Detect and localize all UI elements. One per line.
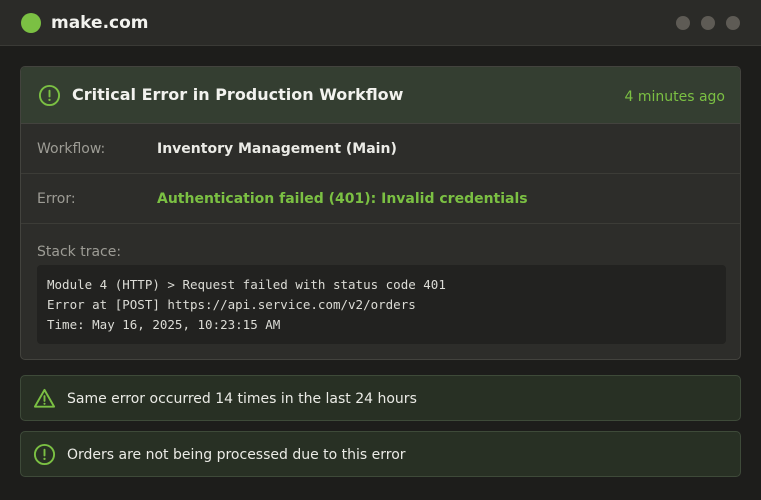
alert-circle-icon [38, 84, 61, 107]
recurrence-notice-text: Same error occurred 14 times in the last… [67, 391, 417, 407]
workflow-label: Workflow: [37, 141, 106, 157]
alert-circle-icon [33, 443, 56, 466]
title-bar: make.com [0, 0, 761, 46]
stack-trace-line: Module 4 (HTTP) > Request failed with st… [47, 277, 446, 292]
maximize-button[interactable] [701, 16, 715, 30]
stack-trace-line: Error at [POST] https://api.service.com/… [47, 297, 416, 312]
error-label: Error: [37, 191, 76, 207]
impact-notice: Orders are not being processed due to th… [20, 431, 741, 477]
logo-dot-icon [21, 13, 41, 33]
stack-trace-line: Time: May 16, 2025, 10:23:15 AM [47, 317, 281, 332]
close-button[interactable] [726, 16, 740, 30]
stack-trace-box: Module 4 (HTTP) > Request failed with st… [37, 265, 726, 344]
error-title: Critical Error in Production Workflow [72, 85, 404, 104]
impact-notice-text: Orders are not being processed due to th… [67, 447, 406, 463]
stack-trace-label: Stack trace: [37, 244, 122, 260]
warning-triangle-icon [33, 388, 56, 408]
error-card: Critical Error in Production Workflow 4 … [20, 66, 741, 360]
error-card-header: Critical Error in Production Workflow 4 … [21, 67, 740, 124]
recurrence-notice: Same error occurred 14 times in the last… [20, 375, 741, 421]
error-row: Error: Authentication failed (401): Inva… [21, 174, 740, 224]
workflow-row: Workflow: Inventory Management (Main) [21, 124, 740, 174]
workflow-value: Inventory Management (Main) [157, 141, 397, 157]
error-timestamp: 4 minutes ago [624, 89, 725, 105]
minimize-button[interactable] [676, 16, 690, 30]
error-value: Authentication failed (401): Invalid cre… [157, 191, 528, 207]
app-title: make.com [51, 13, 149, 33]
